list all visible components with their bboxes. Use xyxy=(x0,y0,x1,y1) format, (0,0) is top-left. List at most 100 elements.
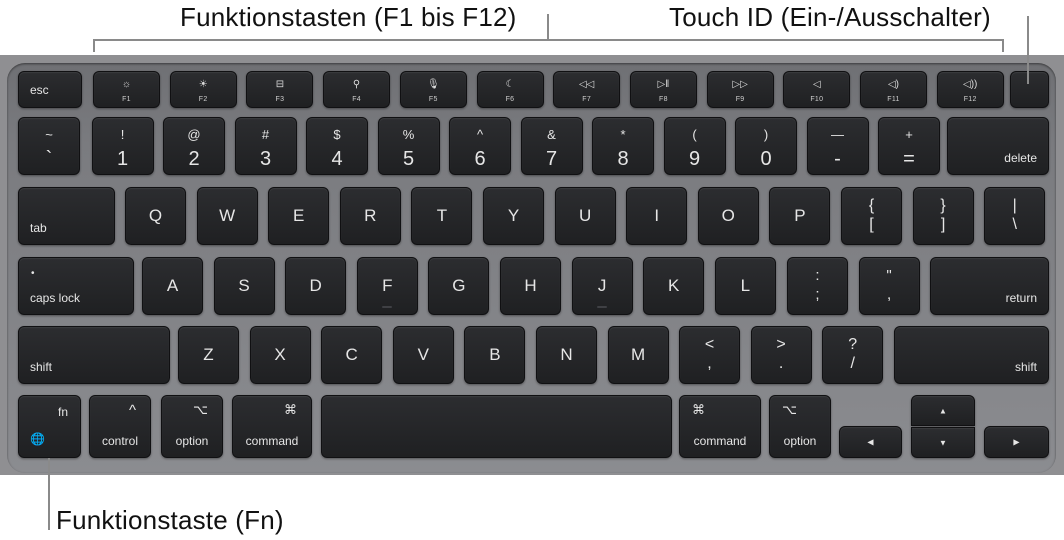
letter-key-h[interactable]: H xyxy=(500,257,561,315)
letter-key-v[interactable]: V xyxy=(392,326,454,384)
arrow-up-key[interactable]: ▲ xyxy=(911,395,975,426)
function-key-f6[interactable]: ☾ F6 xyxy=(476,71,544,108)
punctuation-key[interactable]: >. xyxy=(750,326,812,384)
option-right-key[interactable]: ⌥ option xyxy=(769,395,831,458)
command-left-key[interactable]: ⌘ command xyxy=(232,395,312,458)
esc-key[interactable]: esc xyxy=(18,71,82,108)
punctuation-key[interactable]: ? / xyxy=(822,326,884,384)
letter-key-f[interactable]: F xyxy=(356,257,418,315)
number-row-key[interactable]: ) 0 xyxy=(735,117,797,175)
arrow-down-key[interactable]: ▼ xyxy=(911,427,975,458)
key-shift-symbol: # xyxy=(261,127,270,142)
rewind-icon: ◁◁ xyxy=(578,79,595,90)
letter-key-k[interactable]: K xyxy=(643,257,705,315)
letter-key-q[interactable]: Q xyxy=(125,187,186,245)
number-row-key[interactable]: $4 xyxy=(306,117,368,175)
letter-key-a[interactable]: A xyxy=(142,257,203,315)
function-key-f1[interactable]: ☼ F1 xyxy=(93,71,160,108)
number-row-key[interactable]: ~ ` xyxy=(18,117,80,175)
number-row-key[interactable]: + = xyxy=(878,117,940,175)
command-right-key[interactable]: ⌘ command xyxy=(679,395,761,458)
shift-left-key[interactable]: shift xyxy=(18,326,170,384)
letter-key-s[interactable]: S xyxy=(213,257,275,315)
letter-key-i[interactable]: I xyxy=(626,187,688,245)
letter-key-z[interactable]: Z xyxy=(178,326,239,384)
function-key-f8[interactable]: ▷‖ F8 xyxy=(629,71,697,108)
key-shift-symbol: & xyxy=(547,127,556,142)
home-row-bump xyxy=(597,306,608,308)
tab-key[interactable]: tab xyxy=(18,187,115,245)
number-row-key[interactable]: % 5 xyxy=(377,117,440,175)
number-row-key[interactable]: — - xyxy=(806,117,869,175)
function-key-f2[interactable]: ☀ F2 xyxy=(169,71,237,108)
function-key-label: F10 xyxy=(810,96,824,103)
esc-label: esc xyxy=(30,83,49,97)
shift-right-key[interactable]: shift xyxy=(894,326,1049,384)
punctuation-key[interactable]: ", xyxy=(858,257,920,315)
arrow-right-key[interactable]: ▶ xyxy=(984,426,1049,458)
letter-key-p[interactable]: P xyxy=(769,187,831,245)
fn-globe-key[interactable]: fn 🌐 xyxy=(18,395,81,458)
number-row-key[interactable]: @2 xyxy=(163,117,225,175)
function-key-f3[interactable]: ⊟ F3 xyxy=(246,71,314,108)
space-bar[interactable] xyxy=(321,395,672,458)
number-row-key[interactable]: * 8 xyxy=(592,117,654,175)
letter-key-g[interactable]: G xyxy=(428,257,490,315)
key-primary-symbol: = xyxy=(903,148,915,170)
punctuation-key[interactable]: <, xyxy=(679,326,740,384)
letter-key-c[interactable]: C xyxy=(321,326,383,384)
number-row-key[interactable]: ^ 6 xyxy=(449,117,511,175)
touch-id-key[interactable] xyxy=(1010,71,1049,108)
letter-key-u[interactable]: U xyxy=(554,187,616,245)
return-key[interactable]: return xyxy=(930,257,1049,315)
key-letter: E xyxy=(293,206,305,225)
letter-key-l[interactable]: L xyxy=(714,257,776,315)
function-key-f11[interactable]: ◁) F11 xyxy=(860,71,927,108)
number-row-key[interactable]: (9 xyxy=(663,117,726,175)
touch-id-leader xyxy=(1027,16,1029,84)
delete-key[interactable]: delete xyxy=(947,117,1049,175)
key-letter: R xyxy=(364,206,377,225)
control-key[interactable]: ^ control xyxy=(89,395,151,458)
arrow-left-icon: ◀ xyxy=(867,437,874,447)
function-key-f9[interactable]: ▷▷ F9 xyxy=(706,71,774,108)
command-label: command xyxy=(693,434,747,448)
number-row-key[interactable]: ! 1 xyxy=(91,117,154,175)
function-key-f4[interactable]: ⚲ F4 xyxy=(323,71,391,108)
globe-icon: 🌐 xyxy=(30,432,45,446)
function-key-f10[interactable]: ◁ F10 xyxy=(783,71,851,108)
function-keys-bracket-right xyxy=(1002,39,1004,52)
function-key-label: F7 xyxy=(582,96,592,103)
letter-key-n[interactable]: N xyxy=(536,326,597,384)
key-primary-symbol: , xyxy=(707,355,712,372)
function-key-f5[interactable]: 🎙 F5 xyxy=(399,71,467,108)
letter-key-m[interactable]: M xyxy=(607,326,669,384)
key-letter: I xyxy=(654,206,660,225)
function-key-label: F6 xyxy=(505,96,515,103)
letter-key-d[interactable]: D xyxy=(285,257,347,315)
punctuation-key[interactable]: :; xyxy=(787,257,848,315)
letter-key-w[interactable]: W xyxy=(196,187,258,245)
option-left-key[interactable]: ⌥ option xyxy=(161,395,223,458)
letter-key-b[interactable]: B xyxy=(464,326,526,384)
caps-lock-key[interactable]: • caps lock xyxy=(18,257,134,315)
letter-key-y[interactable]: Y xyxy=(483,187,544,245)
bracket-key[interactable]: }] xyxy=(912,187,974,245)
arrow-left-key[interactable]: ◀ xyxy=(839,426,902,458)
letter-key-x[interactable]: X xyxy=(249,326,311,384)
number-row-key[interactable]: & 7 xyxy=(520,117,583,175)
letter-key-j[interactable]: J xyxy=(571,257,633,315)
letter-key-o[interactable]: O xyxy=(697,187,759,245)
function-key-f7[interactable]: ◁◁ F7 xyxy=(553,71,621,108)
letter-key-r[interactable]: R xyxy=(339,187,401,245)
letter-key-t[interactable]: T xyxy=(411,187,473,245)
number-row-key[interactable]: #3 xyxy=(234,117,297,175)
shift-label: shift xyxy=(1014,360,1037,374)
bracket-key[interactable]: {[ xyxy=(841,187,902,245)
function-key-f12[interactable]: ◁)) F12 xyxy=(936,71,1004,108)
brightness-down-icon: ☼ xyxy=(121,79,132,90)
bracket-key[interactable]: | \ xyxy=(984,187,1046,245)
key-shift-symbol: — xyxy=(831,127,844,142)
key-primary-symbol: ` xyxy=(45,148,53,170)
letter-key-e[interactable]: E xyxy=(268,187,330,245)
